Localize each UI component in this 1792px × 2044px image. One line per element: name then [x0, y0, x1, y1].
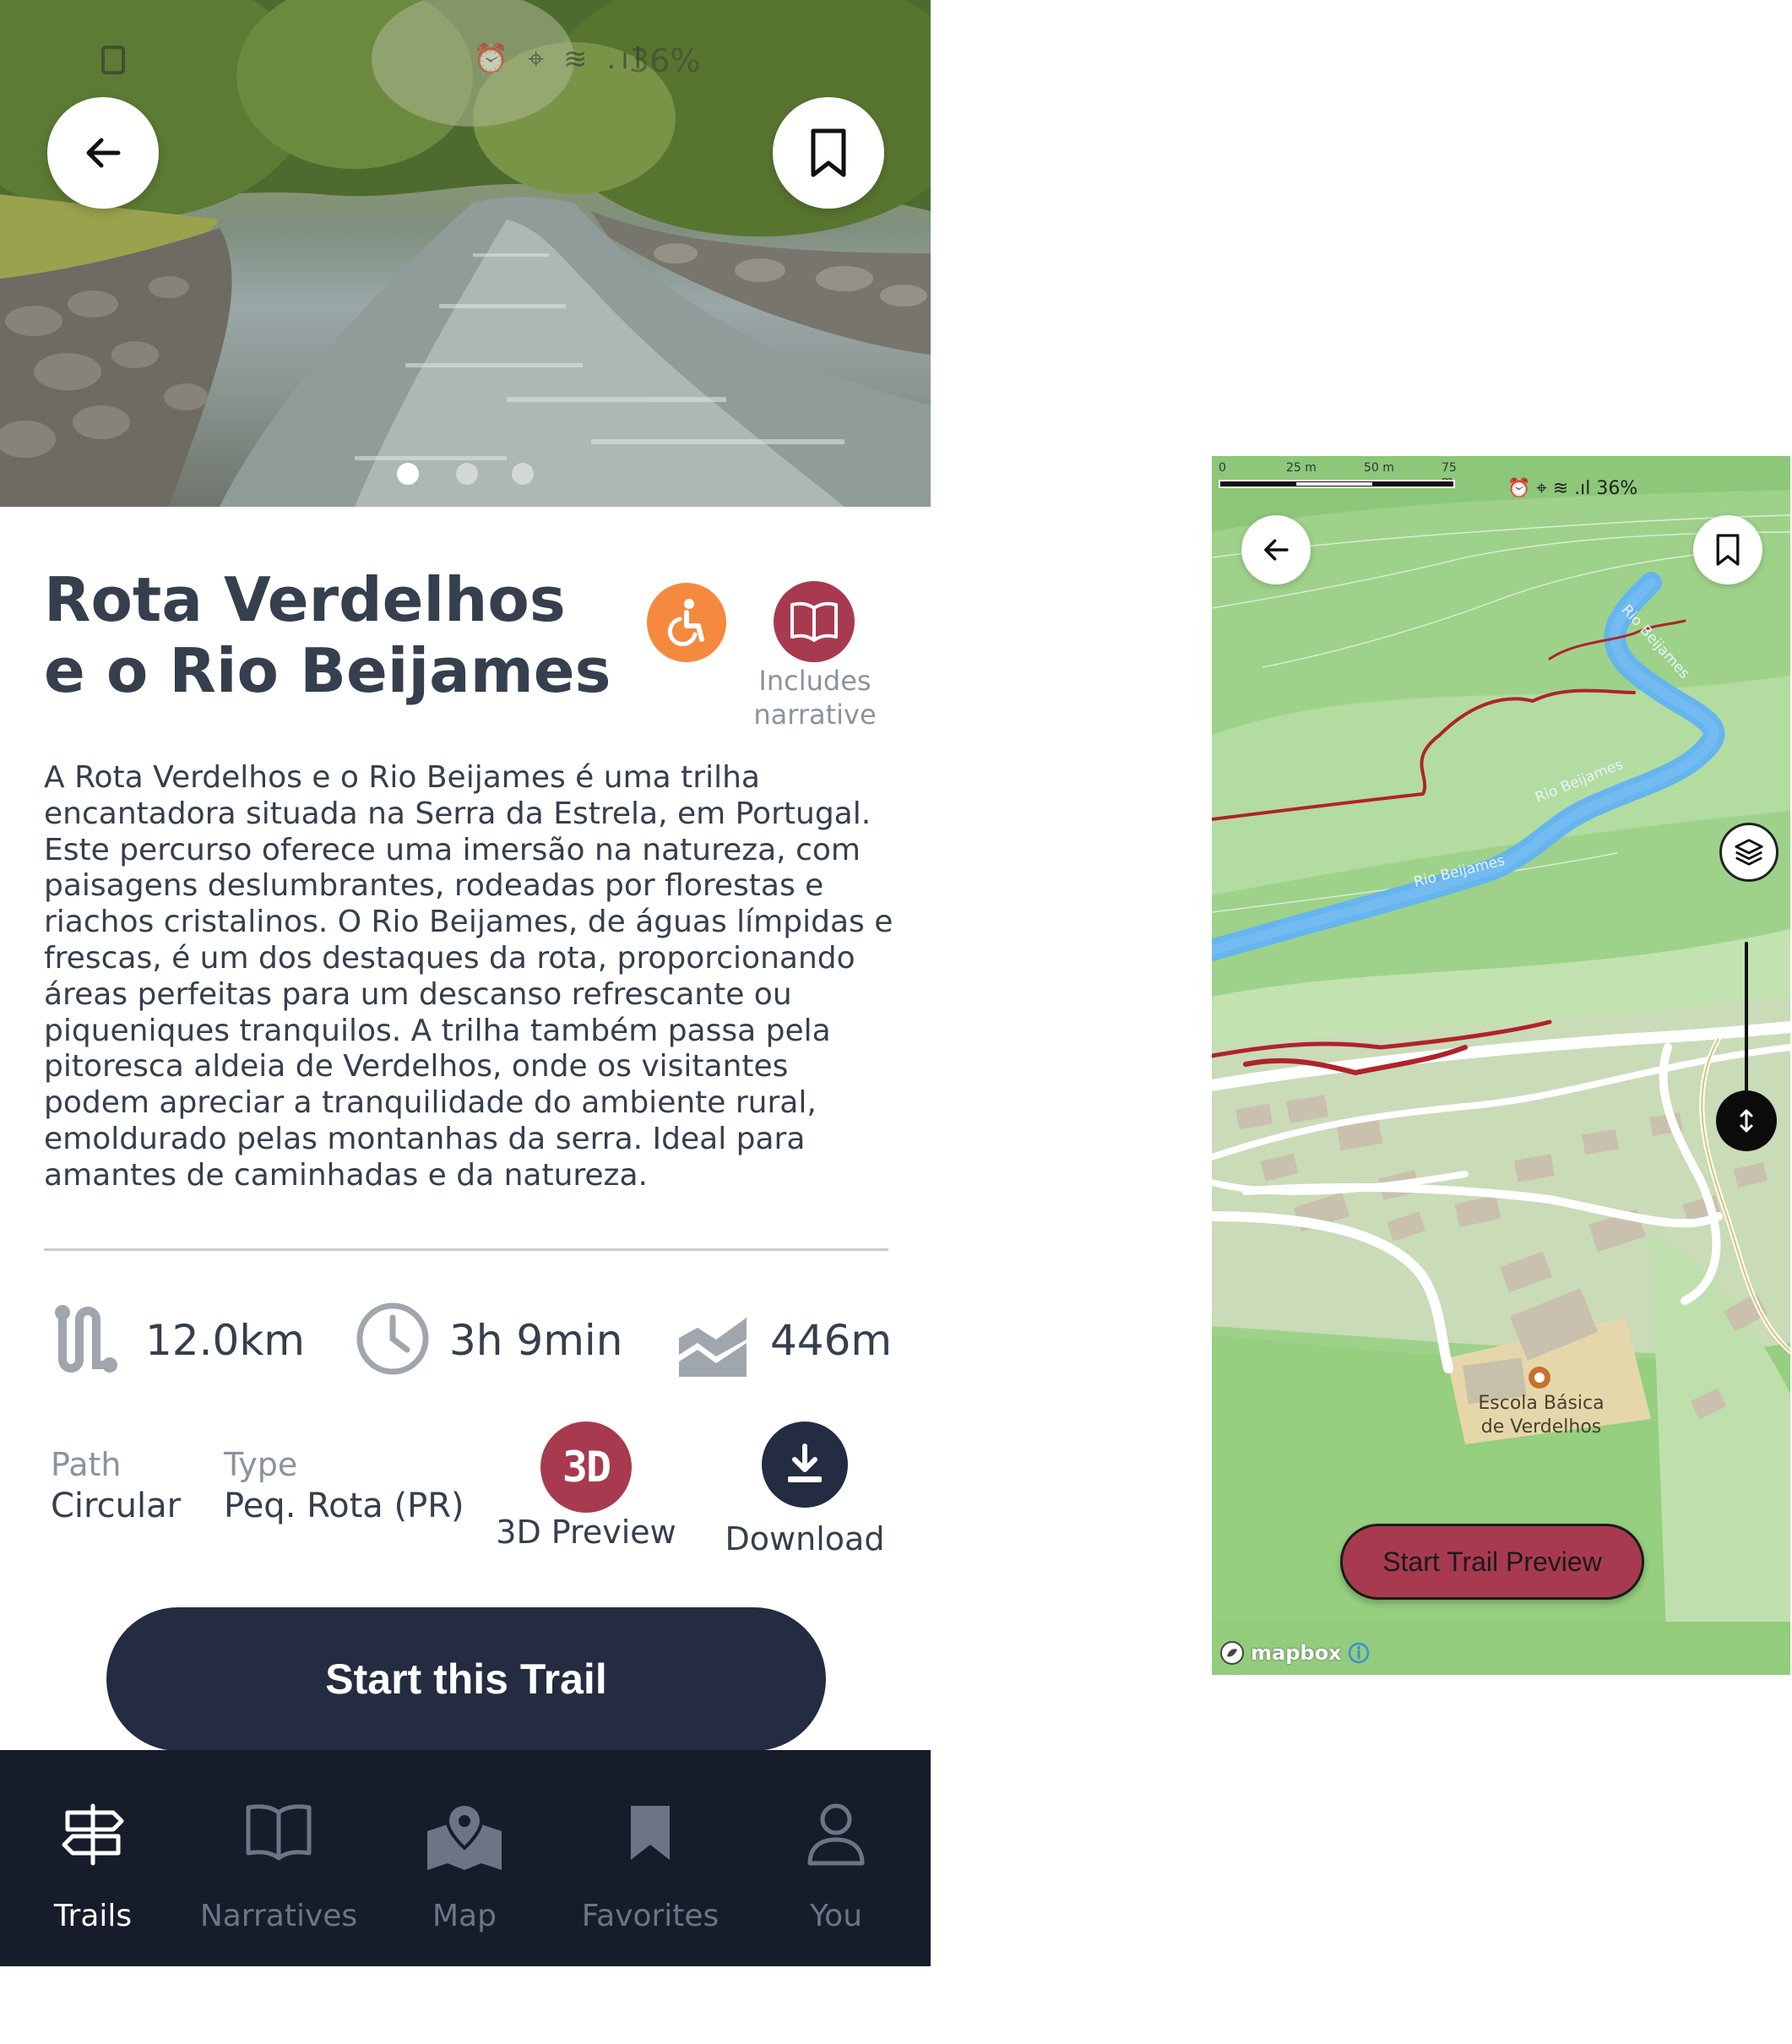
map-status-bar: ⏰ ⌖ ≋ .ıl 36% — [1507, 478, 1637, 499]
download-button[interactable] — [762, 1422, 848, 1508]
bottom-navigation: Trails Narratives Map Favorites You — [0, 1750, 931, 1966]
nav-label-trails: Trails — [53, 1899, 133, 1933]
divider — [44, 1248, 888, 1251]
map-battery-level: 36% — [1596, 478, 1638, 499]
trail-description: A Rota Verdelhos e o Rio Beijames é uma … — [44, 760, 893, 1193]
book-open-icon — [790, 601, 838, 642]
elevation-icon — [679, 1318, 747, 1377]
arrow-left-icon — [86, 138, 121, 168]
arrow-left-icon — [1264, 539, 1289, 561]
nav-you[interactable]: You — [743, 1750, 929, 1966]
scale-bar-segment — [1296, 482, 1372, 486]
elevation-value: 446m — [770, 1316, 893, 1365]
nav-narratives[interactable]: Narratives — [186, 1750, 372, 1966]
layers-icon — [1735, 839, 1763, 866]
back-button[interactable] — [47, 97, 159, 209]
book-icon — [246, 1804, 312, 1861]
tilt-slider-handle[interactable] — [1716, 1090, 1777, 1151]
mapbox-logo-icon — [1220, 1641, 1244, 1665]
distance-value: 12.0km — [145, 1316, 305, 1365]
duration-value: 3h 9min — [449, 1316, 623, 1365]
nav-label-narratives: Narratives — [199, 1899, 358, 1933]
clock-icon — [356, 1302, 429, 1375]
map-status-icons: ⏰ ⌖ ≋ .ıl — [1507, 478, 1591, 499]
map-bookmark-button[interactable] — [1693, 515, 1762, 584]
bookmark-outline-icon — [811, 128, 846, 177]
school-label: Escola Básica de Verdelhos — [1478, 1393, 1605, 1438]
scale-label-0: 0 — [1219, 461, 1226, 475]
carousel-dot[interactable] — [456, 463, 478, 485]
nav-label-you: You — [809, 1899, 863, 1933]
school-poi-icon[interactable] — [1527, 1365, 1552, 1390]
wheelchair-icon — [667, 599, 704, 647]
bookmark-outline-icon — [1716, 534, 1740, 566]
status-icons: ⏰ ⌖ ≋ .ıl — [473, 42, 648, 76]
battery-level: 36% — [629, 42, 701, 79]
type-value: Peq. Rota (PR) — [224, 1487, 464, 1525]
signpost-icon — [62, 1803, 124, 1866]
accessibility-badge — [647, 583, 726, 662]
scale-label-25: 25 m — [1286, 461, 1317, 475]
map-layers-button[interactable] — [1719, 823, 1778, 882]
narrative-badge — [774, 581, 855, 662]
vertical-arrows-icon — [1740, 1109, 1753, 1133]
path-label: Path — [51, 1446, 122, 1483]
scale-label-50: 50 m — [1364, 461, 1394, 475]
start-trail-preview-button[interactable]: Start Trail Preview — [1340, 1524, 1644, 1600]
distance-stat: 12.0km — [51, 1301, 321, 1385]
carousel-dots — [0, 463, 931, 488]
bookmark-button[interactable] — [773, 97, 884, 209]
map-icon — [427, 1802, 502, 1870]
3d-preview-label: 3D Preview — [496, 1514, 676, 1551]
download-label: Download — [725, 1520, 885, 1557]
carousel-dot[interactable] — [397, 463, 419, 485]
duration-stat: 3h 9min — [355, 1301, 625, 1385]
narrative-label: Includes narrative — [753, 665, 877, 731]
elevation-stat: 446m — [677, 1301, 914, 1385]
trail-detail-screen: ⏰ ⌖ ≋ .ıl 36% Rota Verdelhos e o Rio Bei… — [0, 0, 931, 1966]
bookmark-icon — [631, 1806, 670, 1860]
mapbox-wordmark: mapbox — [1251, 1641, 1342, 1665]
3d-icon: 3D — [562, 1443, 611, 1492]
3d-preview-button[interactable]: 3D — [540, 1422, 632, 1513]
nav-favorites[interactable]: Favorites — [557, 1750, 743, 1966]
mapbox-attribution[interactable]: mapbox — [1219, 1639, 1371, 1667]
type-label: Type — [224, 1446, 298, 1483]
nav-trails[interactable]: Trails — [0, 1750, 186, 1966]
trail-preview-map-screen: 0 25 m 50 m 75 m ⏰ ⌖ ≋ .ıl 36% Rio Beija… — [1212, 456, 1790, 1675]
carousel-dot[interactable] — [512, 463, 534, 485]
map-back-button[interactable] — [1241, 515, 1311, 584]
status-bar: ⏰ ⌖ ≋ .ıl 36% — [0, 42, 931, 79]
hero-image-carousel[interactable]: ⏰ ⌖ ≋ .ıl 36% — [0, 0, 931, 507]
map-canvas[interactable] — [1212, 456, 1790, 1675]
nav-map[interactable]: Map — [372, 1750, 557, 1966]
phone-icon — [101, 46, 125, 74]
scale-bar: 0 25 m 50 m 75 m — [1219, 461, 1457, 495]
user-icon — [807, 1803, 865, 1866]
nav-label-map: Map — [432, 1899, 497, 1933]
nav-label-favorites: Favorites — [581, 1899, 720, 1933]
start-trail-button[interactable]: Start this Trail — [106, 1607, 826, 1751]
route-icon — [55, 1305, 117, 1373]
river-photo — [0, 0, 931, 507]
info-icon[interactable] — [1347, 1641, 1371, 1665]
path-value: Circular — [51, 1487, 182, 1525]
download-icon — [788, 1443, 822, 1482]
trail-title: Rota Verdelhos e o Rio Beijames — [44, 564, 611, 706]
